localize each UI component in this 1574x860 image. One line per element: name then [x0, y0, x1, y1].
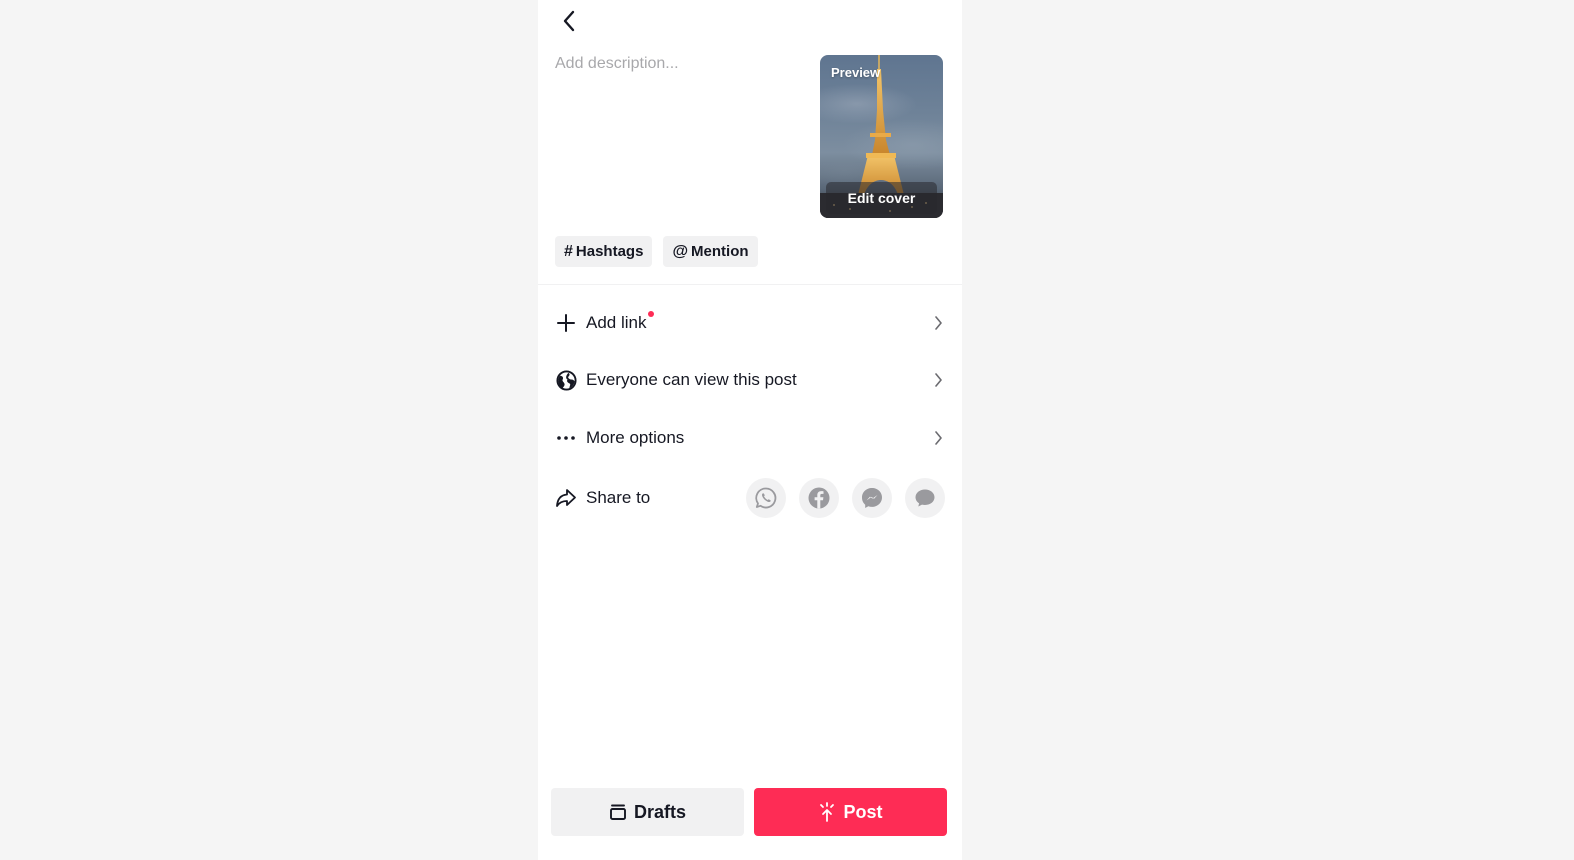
section-divider: [538, 284, 962, 285]
facebook-icon: [808, 487, 830, 509]
more-options-label: More options: [586, 428, 685, 447]
post-editor-panel: Preview Edit cover # Hashtags @ Mention …: [538, 0, 962, 860]
description-input[interactable]: [555, 55, 815, 215]
chip-row: # Hashtags @ Mention: [555, 236, 758, 267]
drafts-icon: [610, 804, 626, 820]
mention-chip[interactable]: @ Mention: [663, 236, 758, 267]
add-link-row[interactable]: Add link: [555, 301, 945, 345]
chevron-right-icon: [931, 316, 945, 330]
chevron-right-icon: [931, 373, 945, 387]
share-arrow-icon: [555, 487, 577, 509]
share-label: Share to: [586, 488, 651, 507]
post-upload-icon: [820, 802, 835, 822]
add-link-text: Add link: [586, 313, 647, 332]
post-button[interactable]: Post: [754, 788, 947, 836]
share-messages-button[interactable]: [905, 478, 945, 518]
drafts-button[interactable]: Drafts: [551, 788, 744, 836]
message-bubble-icon: [915, 489, 935, 507]
cover-thumbnail[interactable]: Preview Edit cover: [820, 55, 943, 218]
bottom-actions: Drafts Post: [551, 788, 947, 836]
post-label: Post: [843, 801, 883, 822]
drafts-label: Drafts: [633, 801, 686, 822]
more-options-row[interactable]: More options: [555, 416, 945, 460]
back-button[interactable]: [556, 8, 582, 34]
messenger-icon: [862, 488, 882, 508]
share-facebook-button[interactable]: [799, 478, 839, 518]
privacy-label: Everyone can view this post: [586, 370, 797, 389]
add-link-label: Add link: [586, 311, 655, 333]
plus-icon: [555, 312, 577, 334]
whatsapp-icon: [755, 487, 777, 509]
globe-icon: [555, 369, 577, 391]
share-row: Share to: [555, 476, 945, 520]
notification-dot: [648, 311, 655, 317]
mention-label: Mention: [691, 243, 749, 260]
chevron-right-icon: [931, 431, 945, 445]
hashtag-icon: #: [564, 242, 573, 260]
privacy-row[interactable]: Everyone can view this post: [555, 358, 945, 402]
hashtags-chip[interactable]: # Hashtags: [555, 236, 653, 267]
hashtags-label: Hashtags: [575, 243, 644, 260]
chevron-left-icon: [563, 10, 575, 32]
more-dots-icon: [555, 427, 577, 449]
at-icon: @: [672, 242, 689, 260]
edit-cover-button[interactable]: Edit cover: [826, 182, 937, 214]
share-targets: [746, 478, 945, 518]
share-whatsapp-button[interactable]: [746, 478, 786, 518]
cover-preview-label: Preview: [831, 65, 881, 80]
share-messenger-button[interactable]: [852, 478, 892, 518]
